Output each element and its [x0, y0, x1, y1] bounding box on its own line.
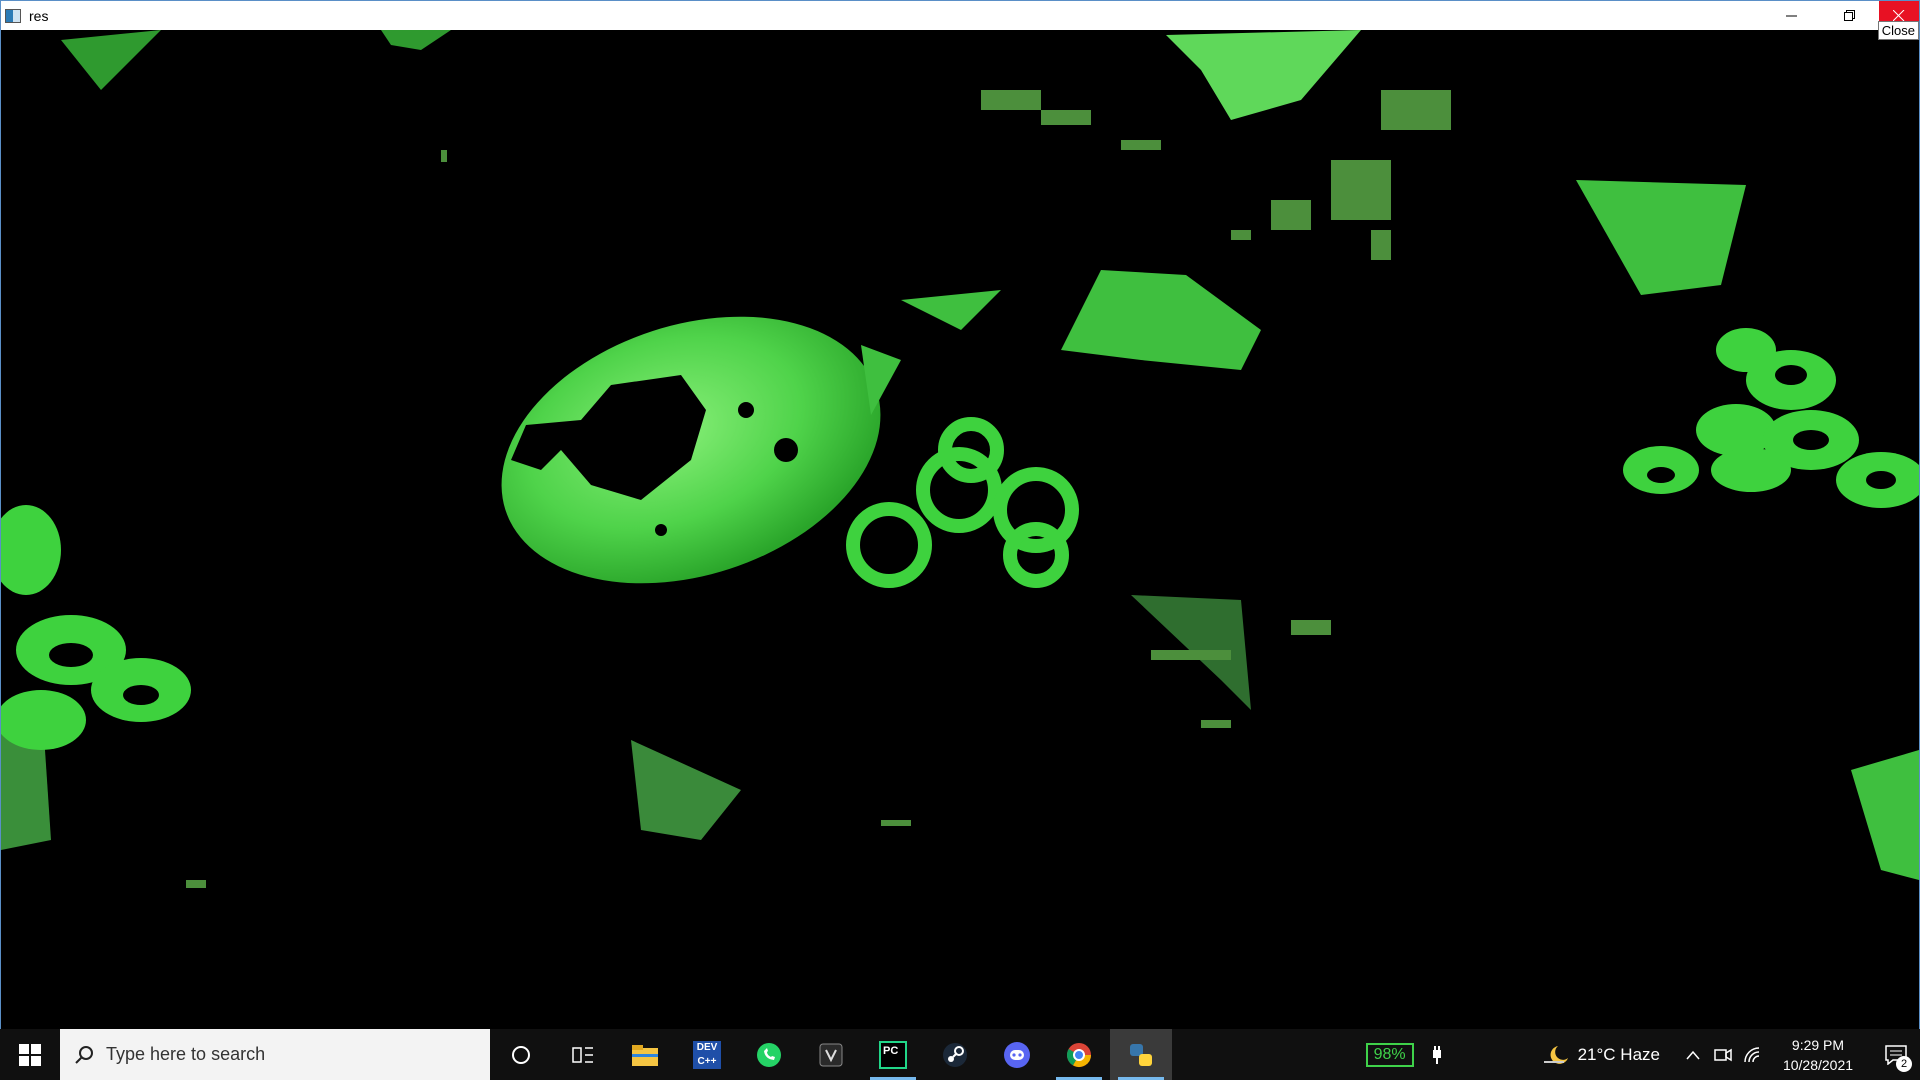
chevron-up-icon [1686, 1050, 1700, 1059]
file-explorer-icon [632, 1044, 658, 1066]
battery-indicator[interactable]: 98% [1365, 1042, 1414, 1067]
charging-plug-icon [1422, 1045, 1452, 1065]
search-placeholder: Type here to search [106, 1044, 266, 1064]
python-icon [1130, 1043, 1152, 1066]
green-mask-image [1, 30, 1919, 888]
taskbar: Type here to search DEV C++ PC 98% 21°C … [0, 1029, 1920, 1080]
app-window-icon [5, 8, 21, 23]
cortana-circle-icon [512, 1045, 530, 1064]
notification-badge: 2 [1896, 1056, 1912, 1072]
python-button[interactable] [1110, 1029, 1172, 1080]
network-button[interactable] [1738, 1046, 1768, 1063]
chrome-button[interactable] [1048, 1029, 1110, 1080]
restore-icon [1844, 9, 1855, 21]
weather-widget[interactable]: 21°C Haze [1542, 1044, 1660, 1066]
search-box[interactable]: Type here to search [60, 1029, 490, 1080]
meet-now-button[interactable] [1708, 1047, 1738, 1063]
task-view-icon [572, 1046, 593, 1063]
clock-date: 10/28/2021 [1782, 1056, 1854, 1073]
minimize-button[interactable] [1763, 1, 1821, 30]
steam-icon [943, 1042, 967, 1067]
clock[interactable]: 9:29 PM 10/28/2021 [1778, 1035, 1858, 1075]
pycharm-button[interactable]: PC [862, 1029, 924, 1080]
dev-c-icon: DEV C++ [693, 1040, 721, 1069]
chrome-icon [1066, 1042, 1091, 1067]
restore-button[interactable] [1821, 1, 1879, 30]
image-canvas [1, 30, 1919, 1029]
camera-icon [1714, 1048, 1732, 1061]
steam-button[interactable] [924, 1029, 986, 1080]
unknown-app-icon [819, 1043, 843, 1066]
weather-text: 21°C Haze [1577, 1044, 1660, 1064]
dev-cpp-button[interactable]: DEV C++ [676, 1029, 738, 1080]
pycharm-icon: PC [879, 1040, 907, 1069]
notification-center-button[interactable]: 2 [1872, 1029, 1920, 1080]
whatsapp-icon [757, 1042, 781, 1067]
show-hidden-icons-button[interactable] [1678, 1050, 1708, 1060]
close-tooltip: Close [1877, 21, 1919, 40]
moon-haze-icon [1543, 1045, 1568, 1064]
clock-time: 9:29 PM [1791, 1036, 1845, 1053]
file-explorer-button[interactable] [614, 1029, 676, 1080]
left-ring-cluster [1, 505, 191, 750]
green-rings [846, 417, 1079, 588]
search-icon [75, 1045, 93, 1064]
windows-logo-icon [19, 1043, 41, 1066]
whatsapp-button[interactable] [738, 1029, 800, 1080]
close-icon [1893, 9, 1905, 21]
task-view-button[interactable] [552, 1029, 614, 1080]
discord-icon [1004, 1041, 1030, 1068]
unknown-app-button[interactable] [800, 1029, 862, 1080]
wifi-icon [1744, 1046, 1760, 1062]
discord-button[interactable] [986, 1029, 1048, 1080]
window-title: res [29, 7, 49, 24]
image-window: res Close [0, 0, 1920, 1029]
cortana-button[interactable] [490, 1029, 552, 1080]
minimize-icon [1786, 15, 1797, 16]
title-bar[interactable]: res Close [1, 1, 1919, 40]
system-tray: 98% 21°C Haze 9:29 PM 10/28/2021 2 [1365, 1029, 1920, 1080]
start-button[interactable] [0, 1029, 60, 1080]
